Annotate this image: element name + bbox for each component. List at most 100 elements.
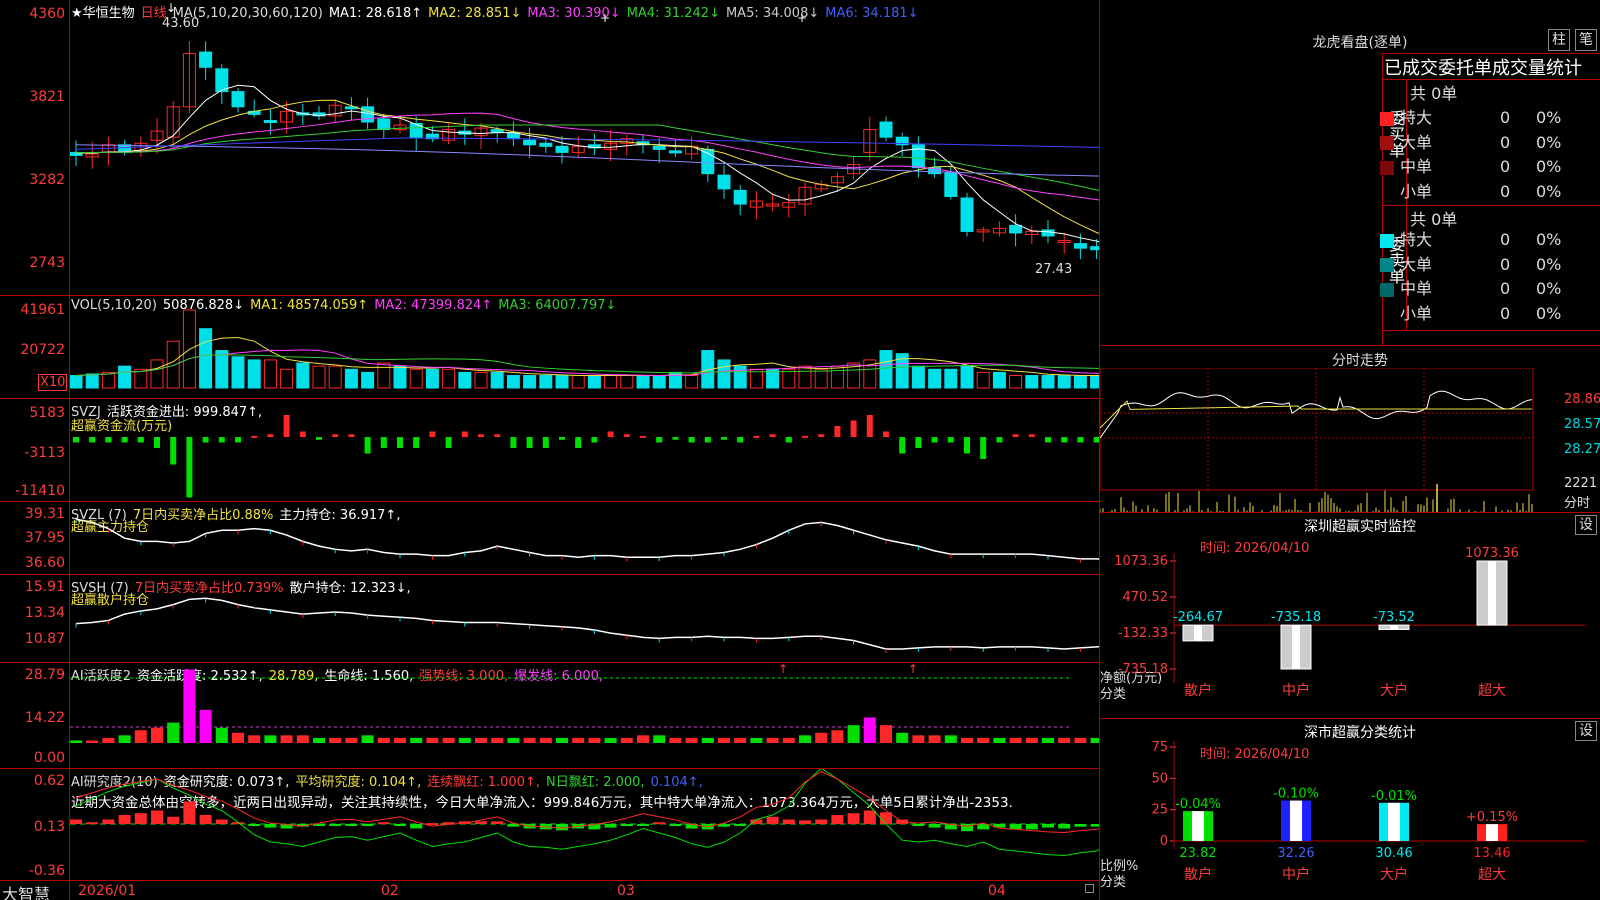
tick-mode-button[interactable]: 笔 — [1575, 29, 1597, 51]
fund-flow-bar — [219, 437, 225, 443]
activity-bar — [507, 738, 519, 743]
sz-class-chart[interactable]: 75 50 25 0 -0.04% 23.82 散户 -0.10% 32.26 中户 -0.01% 3… — [1100, 719, 1600, 900]
row-value: 0 — [1500, 304, 1536, 323]
fund-flow-bar — [705, 437, 711, 443]
svzl-pane[interactable]: SVZL (7) 7日内买卖净占比0.88% 主力持仓: 36.917↑, 超赢主力… — [0, 501, 1099, 573]
svzj-tick: 5183 — [0, 405, 68, 421]
activity-bar — [767, 738, 779, 743]
sz-monitor-panel: 深圳超赢实时监控 设 时间: 2026/04/10 净额(万元) 分类 1073… — [1100, 512, 1600, 712]
signal-arrow: ↑ — [778, 663, 788, 676]
research-line-red — [76, 771, 1099, 832]
volume-bar — [637, 376, 649, 388]
volume-bar — [588, 376, 600, 388]
research-bar — [167, 817, 179, 824]
activity-bar — [362, 735, 374, 743]
lock-icon[interactable] — [1085, 884, 1094, 893]
svzj-pane[interactable]: SVZJ 活跃资金进出: 999.847↑, 超赢资金流(万元) 5183 -31… — [0, 398, 1099, 500]
svsh-chart[interactable] — [70, 575, 1099, 662]
activity-bar — [750, 738, 762, 743]
fund-flow-bar — [737, 437, 743, 443]
fund-flow-bar — [510, 437, 516, 448]
fund-flow-bar — [300, 432, 306, 438]
volume-pane[interactable]: VOL(5,10,20) 50876.828↓ MA1: 48574.059↑ MA2… — [0, 295, 1099, 397]
activity-bar — [637, 735, 649, 743]
intraday-panel[interactable]: 分时走势 28.86 28.57 28.27 2221 分时 — [1100, 345, 1600, 512]
row-pct: 0% — [1536, 304, 1561, 323]
activity-bar — [329, 738, 341, 743]
ai-research-pane[interactable]: AI研究度2(10) 资金研究度: 0.073↑, 平均研究度: 0.104↑, 连续… — [0, 768, 1099, 880]
activity-bar — [621, 738, 633, 743]
marker-plus: + — [600, 11, 610, 25]
activity-bar — [1091, 738, 1099, 743]
fund-flow-bar — [89, 437, 95, 443]
fund-flow-bar — [559, 437, 565, 440]
candle-body — [734, 190, 746, 204]
fund-flow-bar — [1013, 434, 1019, 437]
svsh-pane[interactable]: SVSH (7) 7日内买卖净占比0.739% 散户持仓: 12.323↓, 超赢散… — [0, 574, 1099, 661]
buy-row: 特大 0 0% — [1380, 104, 1561, 128]
sz-monitor-chart[interactable]: 1073.36 470.52 -132.33 -735.18 -264.67 散户 -735… — [1100, 513, 1600, 713]
research-bar — [248, 824, 260, 826]
holding-line — [76, 519, 1099, 560]
bar-mode-button[interactable]: 柱 — [1548, 29, 1570, 51]
fund-flow-bar — [834, 426, 840, 437]
candle-body — [264, 120, 276, 122]
row-pct: 0% — [1536, 108, 1561, 127]
intraday-chart[interactable] — [1100, 368, 1564, 513]
kline-pane[interactable]: 4360 3821 3282 2743 ★华恒生物 日线 MA(5,10,20,30… — [0, 0, 1099, 294]
activity-bar — [572, 738, 584, 743]
candle-body — [200, 52, 212, 67]
research-bar — [378, 822, 390, 824]
activity-bar — [864, 718, 876, 744]
fund-flow-bar — [203, 437, 209, 443]
research-bar — [102, 820, 114, 825]
activity-bar — [232, 733, 244, 743]
ma6-line — [76, 138, 1099, 149]
category-label: 超大 — [1478, 683, 1506, 699]
fund-flow-bar — [543, 437, 549, 448]
monitor-tick: 470.52 — [1123, 590, 1169, 605]
ai-active-pane[interactable]: AI活跃度2 资金活跃度: 2.532↑, 28.789, 生命线: 1.560, 强势… — [0, 662, 1099, 767]
signal-arrow: ↑ — [908, 663, 918, 676]
activity-bar — [297, 735, 309, 743]
svzl-chart[interactable] — [70, 502, 1099, 574]
row-name: 中单 — [1400, 153, 1500, 177]
svzj-chart[interactable] — [70, 399, 1099, 501]
research-bar — [864, 811, 876, 825]
research-bar — [1042, 824, 1054, 828]
candle-body — [540, 143, 552, 146]
research-bar — [362, 824, 374, 826]
row-value: 0 — [1500, 133, 1536, 152]
volume-bar — [459, 372, 471, 388]
candle-body — [1010, 225, 1022, 233]
research-bar — [394, 824, 406, 826]
fund-flow-bar — [624, 434, 630, 437]
activity-bar — [248, 735, 260, 743]
candle-body — [912, 145, 924, 168]
activity-bar — [459, 738, 471, 743]
research-bar — [345, 824, 357, 826]
volume-chart[interactable] — [70, 296, 1099, 398]
sell-row: 中单 0 0% — [1380, 275, 1561, 299]
sell-row: 特大 0 0% — [1380, 226, 1561, 250]
ai-active-chart[interactable]: ↑ ↑ — [70, 663, 1099, 768]
volume-bar — [815, 369, 827, 388]
volume-bar — [329, 366, 341, 388]
net-amount-label: -73.52 — [1373, 610, 1415, 625]
volume-bar — [1091, 376, 1099, 388]
volume-bar — [572, 376, 584, 388]
fund-flow-bar — [932, 437, 938, 443]
fund-flow-bar — [883, 432, 889, 438]
fund-flow-bar — [170, 437, 176, 465]
activity-bar — [491, 738, 503, 743]
candlestick-chart[interactable]: ↓ + + — [70, 0, 1099, 294]
activity-bar — [702, 738, 714, 743]
research-line — [76, 769, 1099, 856]
research-bar — [929, 824, 941, 828]
category-label: 超大 — [1478, 867, 1506, 883]
research-bar — [621, 824, 633, 826]
fund-flow-bar — [770, 434, 776, 437]
volume-bar — [410, 369, 422, 388]
ai-research-chart[interactable] — [70, 769, 1099, 881]
volume-bar — [86, 374, 98, 388]
